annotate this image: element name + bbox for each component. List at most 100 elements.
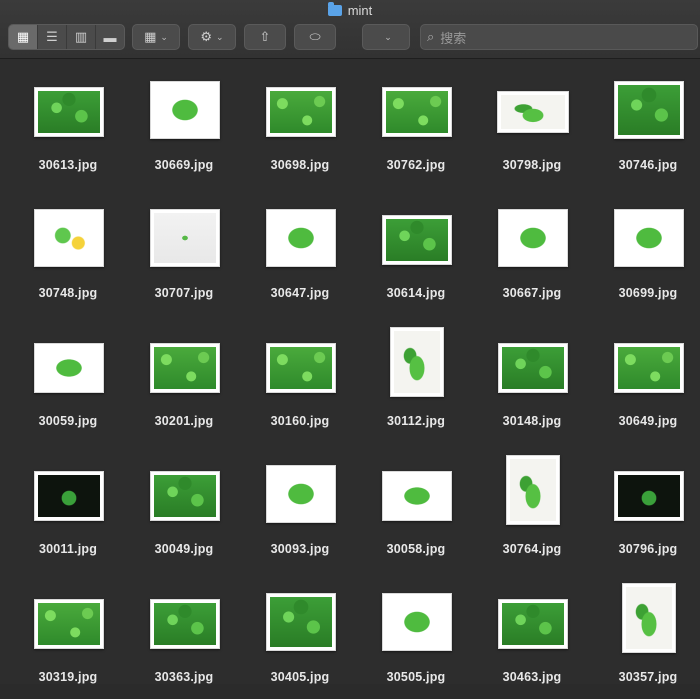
file-name-label: 30112.jpg	[386, 414, 446, 428]
file-item[interactable]: 30363.jpg	[126, 579, 242, 699]
file-item[interactable]: 30748.jpg	[10, 195, 126, 315]
image-thumbnail[interactable]	[266, 593, 336, 651]
image-thumbnail[interactable]	[390, 327, 444, 397]
file-item[interactable]: 30614.jpg	[358, 195, 474, 315]
file-name-label: 30798.jpg	[502, 158, 562, 172]
file-item[interactable]: 30669.jpg	[126, 67, 242, 187]
image-thumbnail[interactable]	[266, 209, 336, 267]
view-mode-segmented-control: ▦ ☰ ▥ ▬	[8, 24, 125, 50]
image-thumbnail[interactable]	[34, 209, 104, 267]
file-item[interactable]: 30011.jpg	[10, 451, 126, 571]
file-item[interactable]: 30762.jpg	[358, 67, 474, 187]
gallery-view-button[interactable]: ▬	[96, 25, 124, 49]
file-item[interactable]: 30058.jpg	[358, 451, 474, 571]
action-menu-button[interactable]: ⚙ ⌄	[188, 24, 236, 50]
mint-photo	[510, 459, 556, 521]
file-item[interactable]: 30505.jpg	[358, 579, 474, 699]
file-item[interactable]: 30798.jpg	[474, 67, 590, 187]
file-name-label: 30505.jpg	[386, 670, 446, 684]
image-thumbnail[interactable]	[382, 215, 452, 265]
file-item[interactable]: 30059.jpg	[10, 323, 126, 443]
image-thumbnail[interactable]	[266, 465, 336, 523]
list-icon: ☰	[46, 29, 58, 44]
image-thumbnail[interactable]	[614, 343, 684, 393]
file-item[interactable]: 30049.jpg	[126, 451, 242, 571]
file-name-label: 30762.jpg	[386, 158, 446, 172]
file-name-label: 30363.jpg	[154, 670, 214, 684]
columns-icon: ▥	[74, 29, 88, 44]
image-thumbnail[interactable]	[498, 599, 568, 649]
file-name-label: 30699.jpg	[618, 286, 678, 300]
image-thumbnail[interactable]	[150, 81, 220, 139]
image-thumbnail[interactable]	[498, 209, 568, 267]
mint-photo	[154, 85, 216, 135]
image-thumbnail[interactable]	[382, 593, 452, 651]
search-field[interactable]: ⌕ 搜索	[420, 24, 698, 50]
image-thumbnail[interactable]	[34, 87, 104, 137]
list-view-button[interactable]: ☰	[38, 25, 67, 49]
mint-photo	[154, 475, 216, 517]
mint-photo	[38, 475, 100, 517]
image-thumbnail[interactable]	[34, 343, 104, 393]
mint-photo	[38, 91, 100, 133]
file-item[interactable]: 30699.jpg	[590, 195, 700, 315]
file-item[interactable]: 30093.jpg	[242, 451, 358, 571]
image-thumbnail[interactable]	[150, 343, 220, 393]
file-item[interactable]: 30796.jpg	[590, 451, 700, 571]
file-item[interactable]: 30698.jpg	[242, 67, 358, 187]
file-name-label: 30405.jpg	[270, 670, 330, 684]
image-thumbnail[interactable]	[614, 471, 684, 521]
file-name-label: 30463.jpg	[502, 670, 562, 684]
file-item[interactable]: 30160.jpg	[242, 323, 358, 443]
image-thumbnail[interactable]	[614, 209, 684, 267]
file-item[interactable]: 30405.jpg	[242, 579, 358, 699]
file-item[interactable]: 30112.jpg	[358, 323, 474, 443]
mint-photo	[502, 213, 564, 263]
file-item[interactable]: 30647.jpg	[242, 195, 358, 315]
mint-photo	[626, 587, 672, 649]
image-thumbnail[interactable]	[614, 81, 684, 139]
file-item[interactable]: 30649.jpg	[590, 323, 700, 443]
file-name-label: 30669.jpg	[154, 158, 214, 172]
file-item[interactable]: 30764.jpg	[474, 451, 590, 571]
image-thumbnail[interactable]	[34, 471, 104, 521]
icon-view-button[interactable]: ▦	[9, 25, 38, 49]
search-icon: ⌕	[427, 29, 435, 44]
finder-window: mint ▦ ☰ ▥ ▬ ▦ ⌄ ⚙ ⌄ ⇧ ⬭ ⌄ ⌕ 搜索 30613.jp…	[0, 0, 700, 684]
column-view-button[interactable]: ▥	[67, 25, 96, 49]
share-button[interactable]: ⇧	[244, 24, 286, 50]
chevron-down-icon: ⌄	[384, 31, 392, 42]
file-item[interactable]: 30667.jpg	[474, 195, 590, 315]
group-icon: ▦	[144, 29, 157, 44]
image-thumbnail[interactable]	[382, 471, 452, 521]
image-thumbnail[interactable]	[622, 583, 676, 653]
file-item[interactable]: 30613.jpg	[10, 67, 126, 187]
file-item[interactable]: 30319.jpg	[10, 579, 126, 699]
file-name-label: 30796.jpg	[618, 542, 678, 556]
file-name-label: 30148.jpg	[502, 414, 562, 428]
mint-photo	[270, 213, 332, 263]
file-item[interactable]: 30463.jpg	[474, 579, 590, 699]
image-thumbnail[interactable]	[150, 599, 220, 649]
image-thumbnail[interactable]	[382, 87, 452, 137]
image-thumbnail[interactable]	[498, 343, 568, 393]
image-thumbnail[interactable]	[150, 471, 220, 521]
file-name-label: 30613.jpg	[38, 158, 98, 172]
image-thumbnail[interactable]	[497, 91, 569, 133]
image-thumbnail[interactable]	[506, 455, 560, 525]
file-item[interactable]: 30707.jpg	[126, 195, 242, 315]
file-item[interactable]: 30201.jpg	[126, 323, 242, 443]
file-icon-grid: 30613.jpg 30669.jpg 30698.jpg 30762.jpg 3079…	[0, 59, 700, 684]
file-item[interactable]: 30357.jpg	[590, 579, 700, 699]
titlebar: mint ▦ ☰ ▥ ▬ ▦ ⌄ ⚙ ⌄ ⇧ ⬭ ⌄ ⌕ 搜索	[0, 0, 700, 59]
image-thumbnail[interactable]	[266, 343, 336, 393]
group-by-button[interactable]: ▦ ⌄	[132, 24, 180, 50]
file-item[interactable]: 30746.jpg	[590, 67, 700, 187]
file-item[interactable]: 30148.jpg	[474, 323, 590, 443]
image-thumbnail[interactable]	[34, 599, 104, 649]
path-dropdown-button[interactable]: ⌄	[362, 24, 410, 50]
image-thumbnail[interactable]	[266, 87, 336, 137]
image-thumbnail[interactable]	[150, 209, 220, 267]
mint-photo	[386, 91, 448, 133]
tags-button[interactable]: ⬭	[294, 24, 336, 50]
